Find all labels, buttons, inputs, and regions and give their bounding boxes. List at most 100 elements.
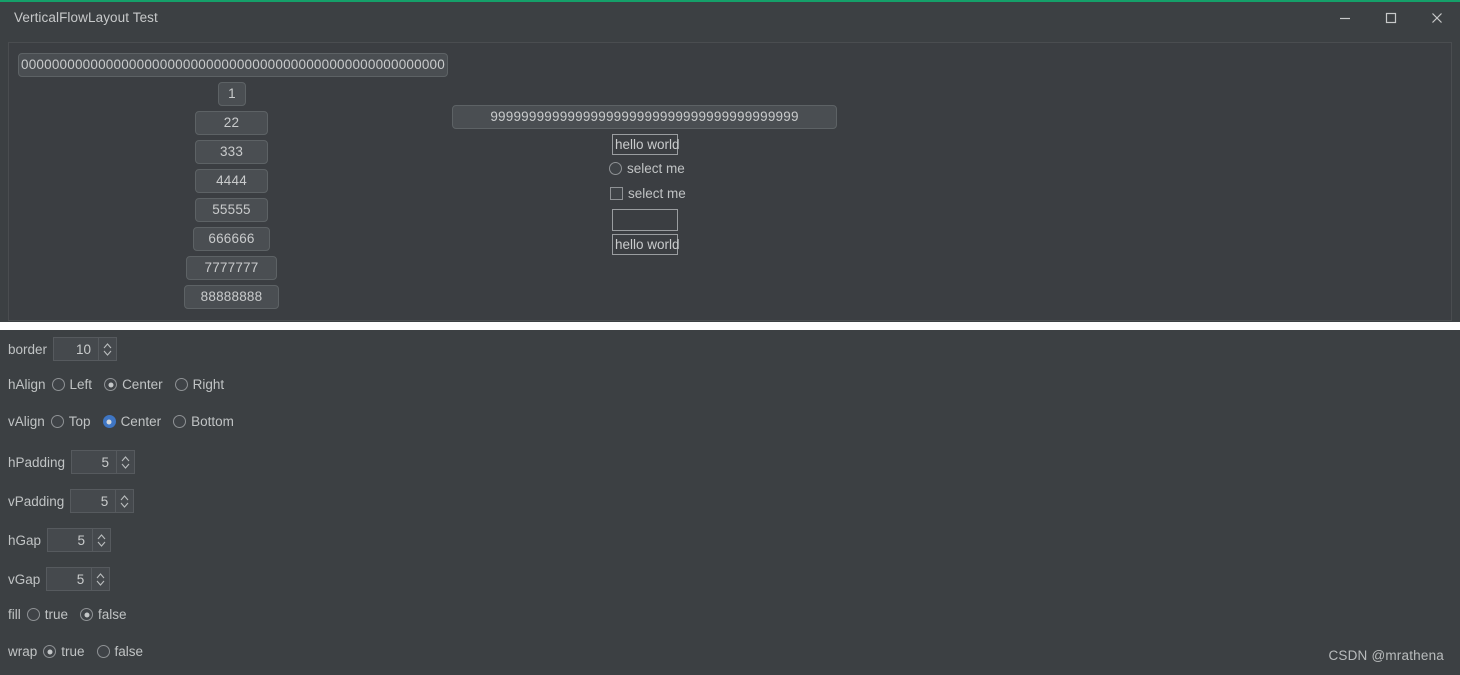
preview-button-666666[interactable]: 666666 bbox=[193, 227, 270, 251]
maximize-icon bbox=[1385, 12, 1397, 24]
radio-icon[interactable] bbox=[174, 378, 188, 391]
hgap-value[interactable]: 5 bbox=[48, 529, 92, 551]
minimize-icon bbox=[1340, 17, 1350, 20]
chevron-up-icon bbox=[103, 342, 112, 348]
preview-button-zeros[interactable]: 0000000000000000000000000000000000000000… bbox=[18, 53, 448, 77]
radio-icon[interactable] bbox=[173, 415, 187, 428]
chevron-up-icon bbox=[96, 572, 105, 578]
vpadding-label: vPadding bbox=[8, 493, 65, 509]
radio-icon[interactable] bbox=[50, 415, 64, 428]
halign-option-left-label: Left bbox=[69, 377, 93, 392]
radio-icon[interactable] bbox=[104, 378, 118, 391]
close-icon bbox=[1432, 13, 1442, 23]
chevron-down-icon bbox=[97, 541, 106, 547]
minimize-button[interactable] bbox=[1322, 2, 1368, 34]
preview-button-4444[interactable]: 4444 bbox=[195, 169, 268, 193]
preview-radio-label: select me bbox=[627, 161, 685, 176]
wrap-option-true[interactable]: true bbox=[43, 644, 85, 659]
setting-vpadding-row: vPadding 5 bbox=[8, 489, 135, 513]
preview-button-22[interactable]: 22 bbox=[195, 111, 268, 135]
valign-option-center[interactable]: Center bbox=[102, 414, 162, 429]
valign-option-top-label: Top bbox=[68, 414, 91, 429]
preview-checkbox-label: select me bbox=[628, 186, 686, 201]
hgap-spinner[interactable]: 5 bbox=[47, 528, 112, 552]
maximize-button[interactable] bbox=[1368, 2, 1414, 34]
vpadding-spinner-arrows[interactable] bbox=[115, 490, 134, 512]
preview-checkbox-select-me[interactable]: select me bbox=[610, 186, 686, 201]
fill-option-true[interactable]: true bbox=[26, 607, 68, 622]
chevron-down-icon bbox=[96, 580, 105, 586]
radio-icon[interactable] bbox=[80, 608, 94, 621]
chevron-down-icon bbox=[103, 350, 112, 356]
vpadding-spinner[interactable]: 5 bbox=[70, 489, 135, 513]
hgap-label: hGap bbox=[8, 532, 42, 548]
window-controls bbox=[1322, 2, 1460, 34]
vgap-value[interactable]: 5 bbox=[47, 568, 91, 590]
chevron-up-icon bbox=[120, 494, 129, 500]
chevron-down-icon bbox=[120, 502, 129, 508]
radio-icon[interactable] bbox=[26, 608, 40, 621]
preview-radio-select-me[interactable]: select me bbox=[609, 161, 685, 176]
radio-icon[interactable] bbox=[96, 645, 110, 658]
setting-fill-row: fill true false bbox=[8, 607, 139, 622]
preview-button-55555[interactable]: 55555 bbox=[195, 198, 268, 222]
setting-border-row: border 10 bbox=[8, 337, 118, 361]
valign-label: vAlign bbox=[8, 414, 45, 429]
border-spinner-arrows[interactable] bbox=[98, 338, 117, 360]
hpadding-spinner[interactable]: 5 bbox=[71, 450, 136, 474]
border-spinner[interactable]: 10 bbox=[53, 337, 118, 361]
close-button[interactable] bbox=[1414, 2, 1460, 34]
title-bar: VerticalFlowLayout Test bbox=[0, 0, 1460, 32]
valign-option-center-label: Center bbox=[120, 414, 162, 429]
layout-preview-panel: 0000000000000000000000000000000000000000… bbox=[8, 42, 1452, 321]
halign-option-left[interactable]: Left bbox=[51, 377, 93, 392]
radio-icon[interactable] bbox=[102, 415, 116, 428]
border-value[interactable]: 10 bbox=[54, 338, 98, 360]
chevron-down-icon bbox=[121, 463, 130, 469]
wrap-option-true-label: true bbox=[61, 644, 85, 659]
preview-textfield-hello-2[interactable]: hello world bbox=[612, 234, 680, 255]
preview-button-88888888[interactable]: 88888888 bbox=[184, 285, 279, 309]
preview-button-333[interactable]: 333 bbox=[195, 140, 268, 164]
border-label: border bbox=[8, 341, 48, 357]
wrap-option-false-label: false bbox=[114, 644, 144, 659]
setting-wrap-row: wrap true false bbox=[8, 644, 155, 659]
setting-halign-row: hAlign Left Center Right bbox=[8, 377, 236, 392]
radio-icon[interactable] bbox=[609, 162, 622, 175]
setting-vgap-row: vGap 5 bbox=[8, 567, 111, 591]
vpadding-value[interactable]: 5 bbox=[71, 490, 115, 512]
preview-button-nines[interactable]: 9999999999999999999999999999999999999999 bbox=[452, 105, 837, 129]
preview-textfield-hello-1[interactable]: hello world bbox=[612, 134, 680, 155]
valign-option-bottom[interactable]: Bottom bbox=[173, 414, 234, 429]
hpadding-value[interactable]: 5 bbox=[72, 451, 116, 473]
hpadding-label: hPadding bbox=[8, 454, 66, 470]
halign-option-right-label: Right bbox=[192, 377, 225, 392]
preview-button-7777777[interactable]: 7777777 bbox=[186, 256, 277, 280]
radio-icon[interactable] bbox=[43, 645, 57, 658]
setting-hpadding-row: hPadding 5 bbox=[8, 450, 136, 474]
chevron-up-icon bbox=[97, 533, 106, 539]
valign-option-bottom-label: Bottom bbox=[191, 414, 234, 429]
preview-textfield-empty[interactable] bbox=[612, 209, 678, 231]
fill-label: fill bbox=[8, 607, 21, 622]
fill-option-false-label: false bbox=[98, 607, 127, 622]
window-title: VerticalFlowLayout Test bbox=[14, 9, 158, 25]
wrap-option-false[interactable]: false bbox=[96, 644, 144, 659]
valign-option-top[interactable]: Top bbox=[50, 414, 91, 429]
hpadding-spinner-arrows[interactable] bbox=[116, 451, 135, 473]
hgap-spinner-arrows[interactable] bbox=[92, 529, 111, 551]
halign-option-right[interactable]: Right bbox=[174, 377, 225, 392]
settings-panel: border 10 hAlign Left Center Right vAlig… bbox=[0, 330, 1460, 675]
preview-button-1[interactable]: 1 bbox=[218, 82, 246, 106]
checkbox-icon[interactable] bbox=[610, 187, 623, 200]
vgap-label: vGap bbox=[8, 571, 41, 587]
radio-icon[interactable] bbox=[51, 378, 65, 391]
panel-separator bbox=[0, 322, 1460, 330]
vgap-spinner[interactable]: 5 bbox=[46, 567, 111, 591]
watermark: CSDN @mrathena bbox=[1328, 648, 1444, 663]
vgap-spinner-arrows[interactable] bbox=[91, 568, 110, 590]
halign-label: hAlign bbox=[8, 377, 46, 392]
wrap-label: wrap bbox=[8, 644, 38, 659]
halign-option-center[interactable]: Center bbox=[104, 377, 163, 392]
fill-option-false[interactable]: false bbox=[80, 607, 127, 622]
